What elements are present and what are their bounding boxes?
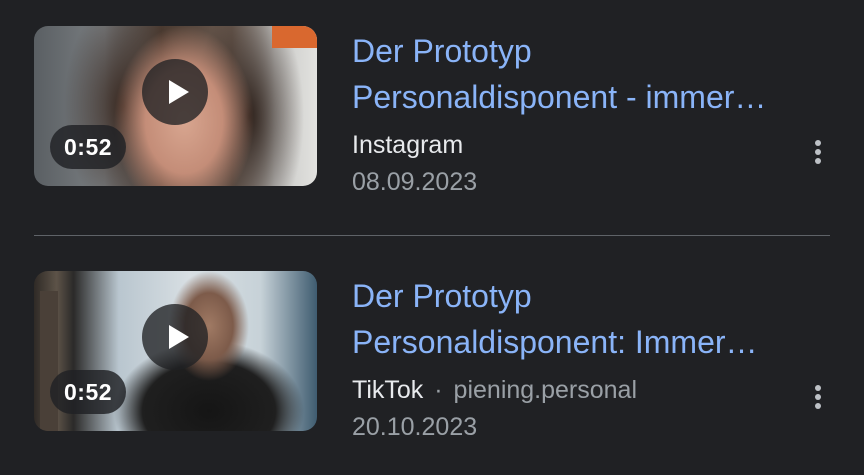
more-options-button[interactable]: [800, 134, 836, 170]
play-icon: [169, 80, 189, 104]
thumbnail-image-detail: [40, 291, 58, 431]
video-author[interactable]: piening.personal: [454, 376, 637, 404]
duration-badge: 0:52: [50, 370, 127, 414]
play-button[interactable]: [142, 304, 208, 370]
video-thumbnail[interactable]: 0:52: [34, 26, 317, 186]
thumbnail-image-detail: [272, 26, 317, 48]
more-options-button[interactable]: [800, 379, 836, 415]
video-title-line: Der Prototyp: [352, 278, 532, 314]
video-thumbnail[interactable]: 0:52: [34, 271, 317, 431]
source-row: TikTok · piening.personal: [352, 373, 637, 407]
source-separator: ·: [434, 376, 443, 404]
play-icon: [169, 325, 189, 349]
video-date: 20.10.2023: [352, 413, 478, 441]
video-title-link[interactable]: Der Prototyp Personaldisponent - immer…: [352, 28, 832, 120]
source-row: Instagram: [352, 128, 463, 162]
play-button[interactable]: [142, 59, 208, 125]
video-title-line: Personaldisponent - immer…: [352, 79, 767, 115]
video-results-list: 0:52 Der Prototyp Personaldisponent - im…: [0, 0, 864, 475]
video-source: Instagram: [352, 131, 464, 159]
duration-badge: 0:52: [50, 125, 127, 169]
video-title-link[interactable]: Der Prototyp Personaldisponent: Immer…: [352, 273, 832, 365]
video-title-line: Der Prototyp: [352, 33, 532, 69]
video-result: 0:52 Der Prototyp Personaldisponent: Imm…: [0, 245, 864, 445]
video-source: TikTok: [352, 376, 424, 404]
video-title-line: Personaldisponent: Immer…: [352, 324, 758, 360]
video-result: 0:52 Der Prototyp Personaldisponent - im…: [0, 0, 864, 200]
video-date: 08.09.2023: [352, 168, 478, 196]
divider: [34, 235, 830, 236]
